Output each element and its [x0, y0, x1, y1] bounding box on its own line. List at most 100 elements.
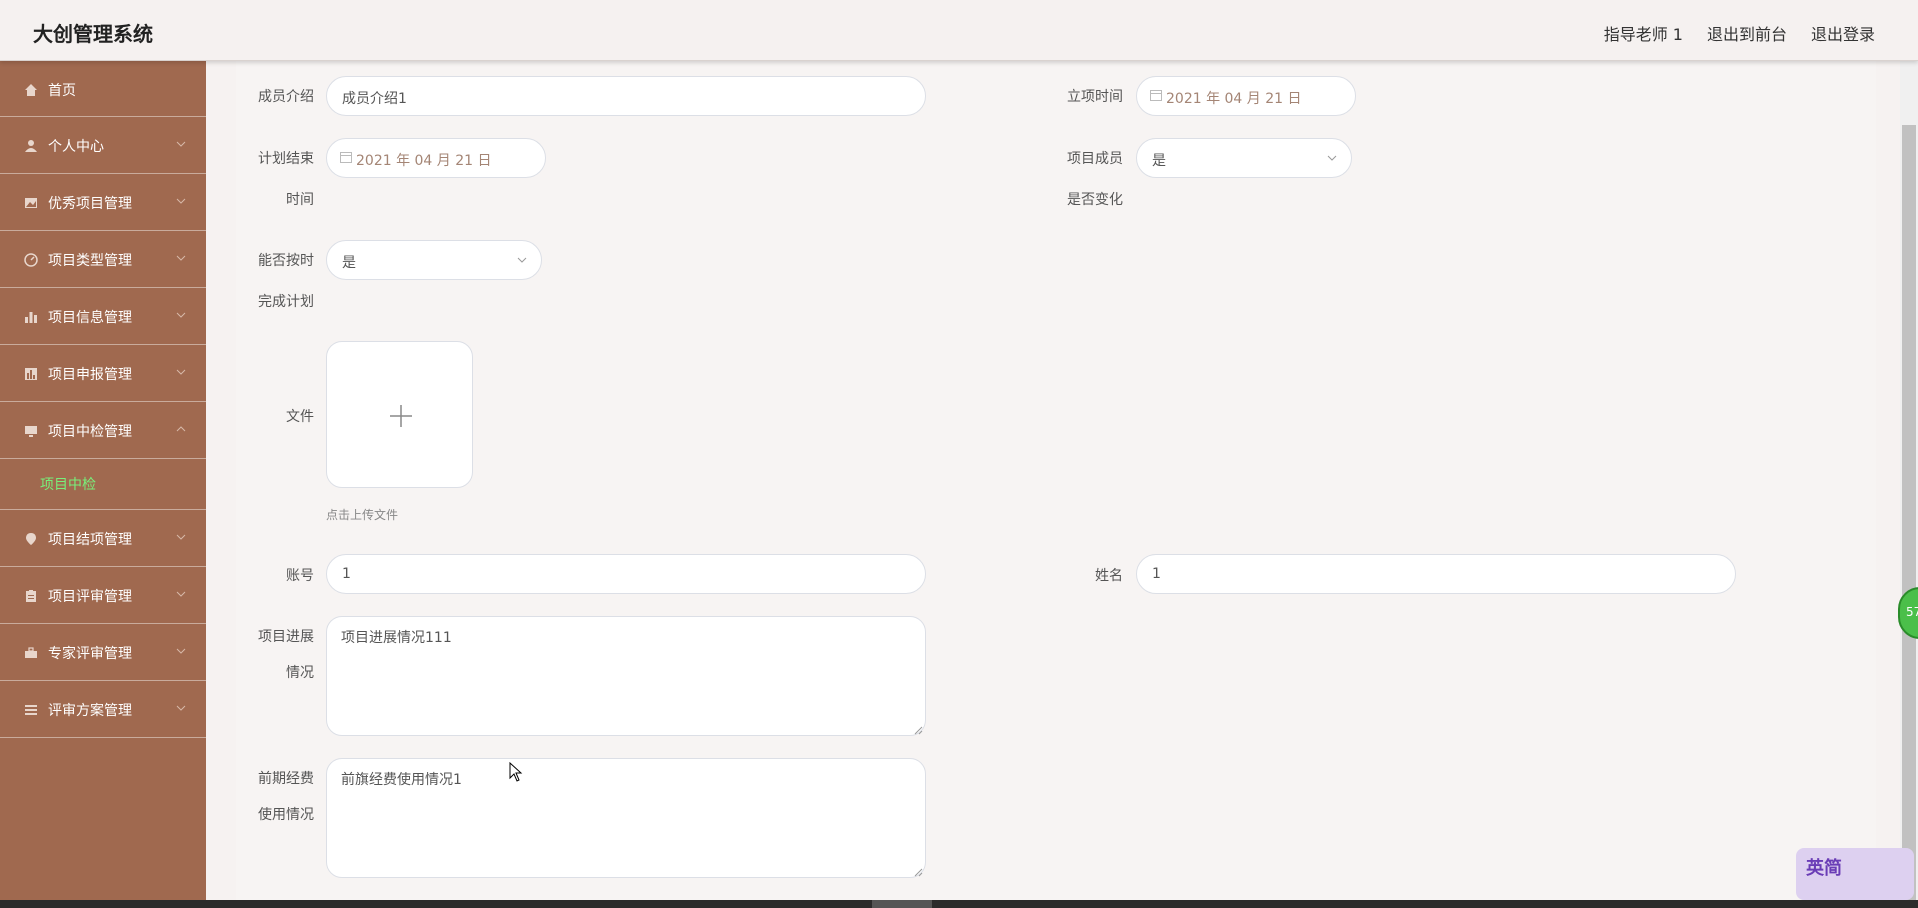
sidebar-item-project-review[interactable]: 项目评审管理: [0, 567, 206, 624]
chevron-down-icon: [1327, 151, 1337, 161]
chevron-down-icon: [176, 644, 186, 654]
top-bar: 大创管理系统 指导老师 1 退出到前台 退出登录: [0, 0, 1918, 61]
location-icon: [24, 532, 38, 545]
member-changed-label-line2: 是否变化: [1067, 192, 1123, 208]
progress-label-line2: 情况: [286, 665, 314, 681]
progress-label: 项目进展: [258, 629, 314, 645]
sidebar-item-label: 项目中检管理: [48, 424, 132, 440]
sidebar-item-label: 项目评审管理: [48, 589, 132, 605]
monitor-icon: [24, 424, 38, 437]
briefcase-icon: [24, 646, 38, 659]
member-changed-label: 项目成员: [1067, 151, 1123, 167]
progress-textarea[interactable]: 项目进展情况111: [326, 616, 926, 736]
picture-icon: [24, 196, 38, 209]
name-value: 1: [1152, 566, 1161, 582]
mouse-cursor-icon: [509, 761, 523, 782]
plus-icon: [389, 404, 413, 428]
progress-value: 项目进展情况111: [341, 630, 452, 646]
horizontal-scrollbar-thumb[interactable]: [872, 900, 932, 908]
sidebar-item-project-closure[interactable]: 项目结项管理: [0, 510, 206, 567]
logout-link[interactable]: 退出登录: [1811, 21, 1875, 45]
chevron-down-icon: [176, 701, 186, 711]
sidebar-item-label: 个人中心: [48, 139, 104, 155]
funding-textarea[interactable]: 前旗经费使用情况1: [326, 758, 926, 878]
compass-icon: [24, 252, 38, 267]
resize-handle-icon[interactable]: [913, 723, 923, 735]
chevron-down-icon: [176, 308, 186, 318]
name-input[interactable]: 1: [1136, 554, 1736, 594]
name-label: 姓名: [1095, 568, 1123, 584]
clipboard-icon: [24, 589, 38, 602]
chevron-down-icon: [176, 530, 186, 540]
on-schedule-label-line2: 完成计划: [258, 294, 314, 310]
member-intro-input[interactable]: 成员介绍1: [326, 76, 926, 116]
bar-chart-icon: [24, 310, 38, 323]
member-changed-value: 是: [1152, 153, 1166, 169]
plan-end-label: 计划结束: [258, 151, 314, 167]
project-start-date-picker[interactable]: 2021 年 04 月 21 日: [1136, 76, 1356, 116]
chevron-down-icon: [176, 365, 186, 375]
stats-icon: [24, 367, 38, 380]
plan-end-date-picker[interactable]: 2021 年 04 月 21 日: [326, 138, 546, 178]
ime-indicator-text: 英简: [1806, 858, 1842, 879]
account-value: 1: [342, 566, 351, 582]
sidebar-item-label: 项目信息管理: [48, 310, 132, 326]
calendar-icon: [1150, 89, 1162, 101]
sidebar-item-label: 项目申报管理: [48, 367, 132, 383]
on-schedule-value: 是: [342, 255, 356, 271]
sidebar-item-label: 优秀项目管理: [48, 196, 132, 212]
sidebar-item-excellent-projects[interactable]: 优秀项目管理: [0, 174, 206, 231]
chevron-down-icon: [517, 253, 527, 263]
file-upload-area[interactable]: [326, 341, 473, 488]
project-start-value: 2021 年 04 月 21 日: [1166, 91, 1302, 107]
chevron-down-icon: [176, 137, 186, 147]
current-user-link[interactable]: 指导老师 1: [1604, 21, 1683, 45]
back-to-frontend-link[interactable]: 退出到前台: [1707, 21, 1787, 45]
plan-end-value: 2021 年 04 月 21 日: [356, 153, 492, 169]
user-icon: [24, 139, 38, 152]
menu-icon: [24, 703, 38, 716]
home-icon: [24, 83, 38, 96]
sidebar-item-label: 首页: [48, 83, 76, 99]
ime-indicator[interactable]: 英简: [1796, 848, 1914, 900]
sidebar: 首页 个人中心 优秀项目管理 项目类型管理 项目信息管理 项目申报管理 项目中检…: [0, 61, 206, 908]
chevron-down-icon: [176, 194, 186, 204]
floating-badge-text: 57: [1906, 605, 1918, 619]
on-schedule-label: 能否按时: [258, 253, 314, 269]
sidebar-item-label: 项目类型管理: [48, 253, 132, 269]
calendar-icon: [340, 151, 352, 163]
chevron-down-icon: [176, 587, 186, 597]
chevron-down-icon: [176, 251, 186, 261]
sidebar-item-project-info[interactable]: 项目信息管理: [0, 288, 206, 345]
sidebar-subitem-midterm[interactable]: 项目中检: [0, 459, 206, 510]
plan-end-label-line2: 时间: [286, 192, 314, 208]
project-start-label: 立项时间: [1067, 89, 1123, 105]
resize-handle-icon[interactable]: [913, 865, 923, 877]
horizontal-scrollbar[interactable]: [0, 900, 1918, 908]
scrollbar-thumb[interactable]: [1902, 125, 1916, 903]
sidebar-item-label: 评审方案管理: [48, 703, 132, 719]
sidebar-item-home[interactable]: 首页: [0, 61, 206, 117]
sidebar-item-label: 专家评审管理: [48, 646, 132, 662]
on-schedule-select[interactable]: 是: [326, 240, 542, 280]
chevron-up-icon: [176, 422, 186, 432]
app-title: 大创管理系统: [33, 22, 153, 46]
funding-label-line2: 使用情况: [258, 807, 314, 823]
sidebar-item-project-types[interactable]: 项目类型管理: [0, 231, 206, 288]
file-label: 文件: [286, 409, 314, 425]
funding-value: 前旗经费使用情况1: [341, 772, 462, 788]
sidebar-item-personal-center[interactable]: 个人中心: [0, 117, 206, 174]
member-intro-label: 成员介绍: [258, 89, 314, 105]
member-changed-select[interactable]: 是: [1136, 138, 1352, 178]
funding-label: 前期经费: [258, 771, 314, 787]
sidebar-item-project-application[interactable]: 项目申报管理: [0, 345, 206, 402]
account-label: 账号: [286, 568, 314, 584]
member-intro-value: 成员介绍1: [342, 91, 407, 107]
sidebar-item-expert-review[interactable]: 专家评审管理: [0, 624, 206, 681]
sidebar-item-midterm-check[interactable]: 项目中检管理: [0, 402, 206, 459]
upload-hint: 点击上传文件: [326, 508, 399, 522]
sidebar-item-label: 项目结项管理: [48, 532, 132, 548]
account-input[interactable]: 1: [326, 554, 926, 594]
top-links: 指导老师 1 退出到前台 退出登录: [1604, 21, 1875, 45]
sidebar-item-review-plan[interactable]: 评审方案管理: [0, 681, 206, 738]
